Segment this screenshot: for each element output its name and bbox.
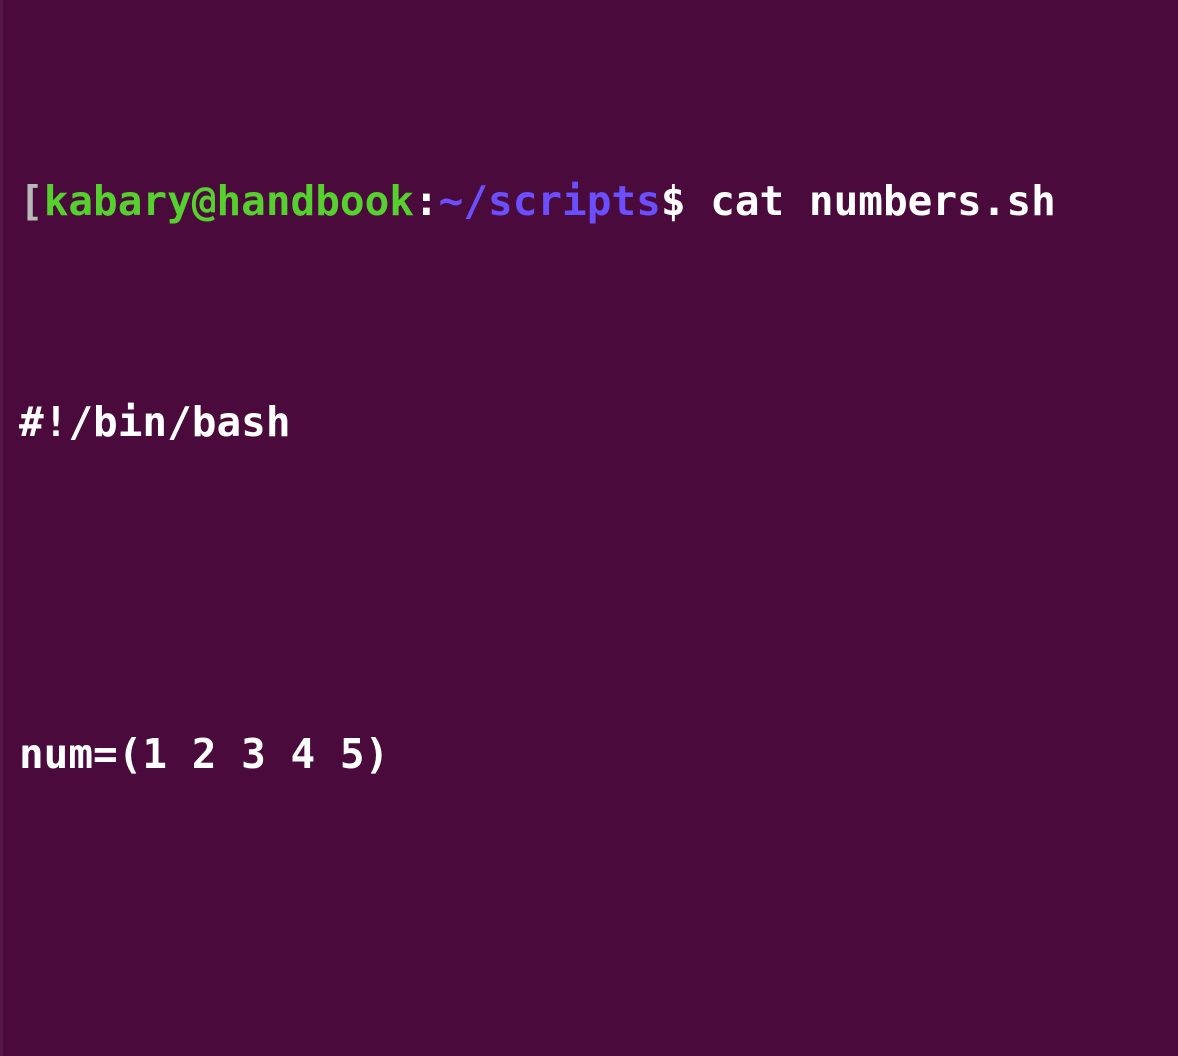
- prompt-path: ~/scripts: [439, 177, 661, 225]
- command-1: [686, 177, 711, 225]
- prompt-dollar: $: [661, 177, 686, 225]
- file-line-4: [19, 894, 1168, 949]
- prompt-user-host: kabary@handbook: [44, 177, 414, 225]
- prompt-colon: :: [414, 177, 439, 225]
- terminal-window[interactable]: [kabary@handbook:~/scripts$ cat numbers.…: [0, 0, 1178, 1056]
- prompt-line-1: [kabary@handbook:~/scripts$ cat numbers.…: [19, 174, 1168, 229]
- file-line-2: [19, 561, 1168, 616]
- bracket-open: [: [19, 177, 44, 225]
- file-line-3: num=(1 2 3 4 5): [19, 727, 1168, 782]
- file-line-1: #!/bin/bash: [19, 395, 1168, 450]
- command-1-text: cat numbers.sh: [710, 177, 1056, 225]
